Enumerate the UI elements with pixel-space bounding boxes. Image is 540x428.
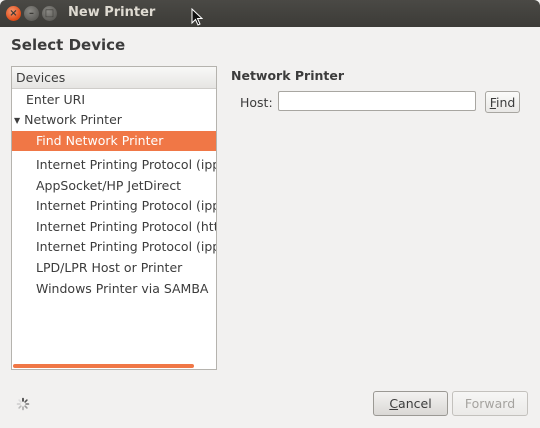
device-item-http[interactable]: Internet Printing Protocol (htt: [12, 217, 217, 237]
device-item-label: Network Printer: [24, 112, 122, 127]
title-bar[interactable]: × – □ New Printer: [0, 0, 540, 27]
find-button[interactable]: Find: [485, 91, 520, 113]
device-item-find-network-printer[interactable]: Find Network Printer: [12, 131, 216, 151]
find-label: ind: [495, 95, 516, 110]
window-title: New Printer: [68, 5, 156, 20]
device-item-lpd[interactable]: LPD/LPR Host or Printer: [12, 258, 182, 278]
device-item-label: Enter URI: [26, 92, 86, 107]
device-item-label: AppSocket/HP JetDirect: [36, 178, 182, 193]
devices-list[interactable]: Devices Enter URI ▼ Network Printer Find …: [11, 66, 217, 370]
forward-button[interactable]: Forward: [452, 391, 528, 416]
device-item-ipp-2[interactable]: Internet Printing Protocol (ipp: [12, 196, 217, 216]
devices-column-header[interactable]: Devices: [12, 67, 216, 89]
horizontal-scrollbar[interactable]: [13, 364, 194, 368]
close-window-icon[interactable]: ×: [6, 6, 21, 21]
loading-spinner-icon: [16, 397, 30, 411]
host-input[interactable]: [278, 91, 476, 111]
expander-triangle-icon[interactable]: ▼: [14, 111, 20, 131]
new-printer-window: × – □ New Printer Select Device Devices …: [0, 0, 540, 428]
minimize-window-icon[interactable]: –: [24, 6, 39, 21]
device-group-network-printer[interactable]: ▼ Network Printer: [12, 110, 122, 130]
network-printer-heading: Network Printer: [231, 68, 345, 83]
device-item-appsocket[interactable]: AppSocket/HP JetDirect: [12, 176, 181, 196]
device-item-label: Internet Printing Protocol (htt: [36, 219, 217, 234]
device-item-enter-uri[interactable]: Enter URI: [12, 90, 85, 110]
cancel-button[interactable]: Cancel: [373, 391, 448, 416]
device-item-label: Internet Printing Protocol (ipp: [36, 157, 217, 172]
maximize-window-icon[interactable]: □: [42, 6, 57, 21]
cancel-mnemonic: C: [389, 396, 399, 411]
page-title: Select Device: [11, 36, 126, 54]
cancel-label: ancel: [398, 396, 432, 411]
device-item-samba[interactable]: Windows Printer via SAMBA: [12, 279, 208, 299]
device-item-label: Find Network Printer: [36, 133, 164, 148]
device-item-label: LPD/LPR Host or Printer: [36, 260, 183, 275]
device-item-ipp-1[interactable]: Internet Printing Protocol (ipp: [12, 155, 217, 175]
device-item-label: Windows Printer via SAMBA: [36, 281, 209, 296]
device-item-label: Internet Printing Protocol (ipp: [36, 198, 217, 213]
mouse-cursor-icon: [191, 8, 203, 26]
device-item-label: Internet Printing Protocol (ipp: [36, 239, 217, 254]
host-label: Host:: [240, 95, 273, 110]
device-item-ipp-3[interactable]: Internet Printing Protocol (ipp: [12, 237, 217, 257]
